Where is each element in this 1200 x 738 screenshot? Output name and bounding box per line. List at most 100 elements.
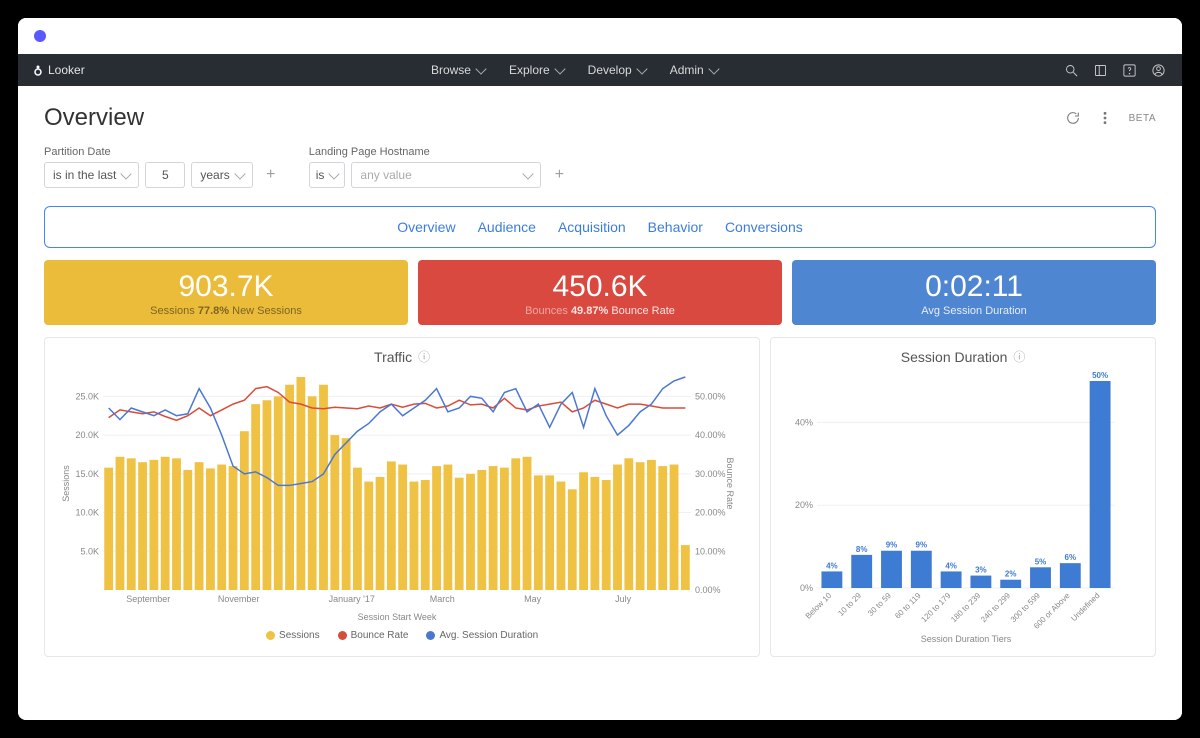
- tab-audience[interactable]: Audience: [478, 219, 536, 235]
- svg-text:3%: 3%: [975, 566, 987, 575]
- svg-text:Sessions: Sessions: [61, 465, 71, 502]
- svg-text:January '17: January '17: [329, 594, 375, 604]
- looker-icon: [32, 64, 44, 76]
- svg-text:40.00%: 40.00%: [695, 430, 726, 440]
- kpi-sessions[interactable]: 903.7K Sessions 77.8% New Sessions: [44, 260, 408, 325]
- chevron-down-icon: [523, 168, 534, 179]
- page-title: Overview: [44, 104, 144, 132]
- menu-explore[interactable]: Explore: [509, 63, 564, 77]
- svg-text:240 to 299: 240 to 299: [979, 591, 1012, 624]
- svg-text:30.00%: 30.00%: [695, 469, 726, 479]
- tab-overview[interactable]: Overview: [397, 219, 455, 235]
- reload-icon[interactable]: [1065, 110, 1081, 126]
- page-body: Overview BETA Partition Date is in the l…: [18, 86, 1182, 720]
- svg-text:Session Start Week: Session Start Week: [358, 612, 437, 622]
- kpi-row: 903.7K Sessions 77.8% New Sessions 450.6…: [44, 260, 1156, 325]
- svg-text:30 to 59: 30 to 59: [866, 591, 893, 618]
- window-control-dot[interactable]: [34, 30, 46, 42]
- chevron-down-icon: [121, 168, 132, 179]
- session-duration-chart: 0%20%40%4%8%9%9%4%3%2%5%6%50%Below 1010 …: [783, 371, 1123, 646]
- tab-conversions[interactable]: Conversions: [725, 219, 803, 235]
- beta-badge: BETA: [1129, 113, 1156, 124]
- svg-text:5.0K: 5.0K: [80, 546, 99, 556]
- charts-row: Traffic 5.0K10.0K15.0K20.0K25.0K0.00%10.…: [44, 337, 1156, 657]
- svg-text:5%: 5%: [1035, 557, 1047, 566]
- info-icon[interactable]: [418, 348, 430, 365]
- svg-text:10.00%: 10.00%: [695, 546, 726, 556]
- filter-unit-select[interactable]: years: [191, 162, 252, 188]
- kpi-avg-session[interactable]: 0:02:11 Avg Session Duration: [792, 260, 1156, 325]
- kpi-bounces[interactable]: 450.6K Bounces 49.87% Bounce Rate: [418, 260, 782, 325]
- svg-text:0.00%: 0.00%: [695, 585, 721, 595]
- menu-admin[interactable]: Admin: [670, 63, 718, 77]
- chevron-down-icon: [329, 168, 340, 179]
- svg-text:10 to 29: 10 to 29: [837, 591, 864, 618]
- svg-text:180 to 239: 180 to 239: [949, 591, 982, 624]
- add-filter-button[interactable]: +: [547, 163, 571, 187]
- svg-text:20.0K: 20.0K: [75, 430, 99, 440]
- svg-text:0%: 0%: [800, 583, 813, 593]
- svg-text:20%: 20%: [795, 500, 813, 510]
- kpi-sub: Avg Session Duration: [792, 305, 1156, 317]
- chevron-down-icon: [636, 63, 647, 74]
- more-icon[interactable]: [1097, 110, 1113, 126]
- svg-text:20.00%: 20.00%: [695, 508, 726, 518]
- menu-develop[interactable]: Develop: [588, 63, 646, 77]
- legend-item: Avg. Session Duration: [439, 630, 538, 641]
- chevron-down-icon: [708, 63, 719, 74]
- svg-text:4%: 4%: [826, 561, 838, 570]
- svg-text:November: November: [218, 594, 260, 604]
- app-window: Looker Browse Explore Develop Admin Over…: [18, 18, 1182, 720]
- svg-text:September: September: [126, 594, 170, 604]
- add-filter-button[interactable]: +: [259, 163, 283, 187]
- svg-text:25.0K: 25.0K: [75, 391, 99, 401]
- user-icon[interactable]: [1151, 63, 1166, 78]
- svg-text:9%: 9%: [886, 541, 898, 550]
- filter-op-select[interactable]: is: [309, 162, 346, 188]
- chart-title: Traffic: [57, 348, 747, 365]
- svg-text:10.0K: 10.0K: [75, 508, 99, 518]
- svg-text:Session Duration Tiers: Session Duration Tiers: [921, 634, 1012, 644]
- brand-logo[interactable]: Looker: [32, 63, 85, 77]
- svg-text:60 to 119: 60 to 119: [893, 591, 923, 621]
- kpi-value: 450.6K: [418, 270, 782, 304]
- svg-text:Below 10: Below 10: [804, 591, 834, 621]
- svg-text:120 to 179: 120 to 179: [920, 591, 953, 624]
- chart-card-traffic: Traffic 5.0K10.0K15.0K20.0K25.0K0.00%10.…: [44, 337, 760, 657]
- chevron-down-icon: [475, 63, 486, 74]
- svg-text:40%: 40%: [795, 417, 813, 427]
- legend-item: Sessions: [279, 630, 320, 641]
- filter-value-input[interactable]: [145, 162, 185, 188]
- brand-text: Looker: [48, 63, 85, 77]
- help-icon[interactable]: [1122, 63, 1137, 78]
- filter-value-select[interactable]: any value: [351, 162, 541, 188]
- filters-row: Partition Date is in the last years + La…: [44, 146, 1156, 188]
- menu-browse[interactable]: Browse: [431, 63, 485, 77]
- chevron-down-icon: [554, 63, 565, 74]
- filter-partition-date: Partition Date is in the last years +: [44, 146, 283, 188]
- svg-text:May: May: [524, 594, 542, 604]
- tab-behavior[interactable]: Behavior: [648, 219, 703, 235]
- svg-text:2%: 2%: [1005, 570, 1017, 579]
- mac-titlebar: [18, 18, 1182, 54]
- legend-item: Bounce Rate: [351, 630, 409, 641]
- kpi-value: 903.7K: [44, 270, 408, 304]
- kpi-value: 0:02:11: [792, 270, 1156, 304]
- filter-op-select[interactable]: is in the last: [44, 162, 139, 188]
- kpi-sub: Bounces 49.87% Bounce Rate: [418, 305, 782, 317]
- svg-text:March: March: [430, 594, 455, 604]
- tab-acquisition[interactable]: Acquisition: [558, 219, 626, 235]
- svg-text:6%: 6%: [1065, 553, 1077, 562]
- filter-landing-page-hostname: Landing Page Hostname is any value +: [309, 146, 572, 188]
- traffic-chart: 5.0K10.0K15.0K20.0K25.0K0.00%10.00%20.00…: [57, 371, 737, 626]
- kpi-sub: Sessions 77.8% New Sessions: [44, 305, 408, 317]
- svg-text:Bounce Rate: Bounce Rate: [725, 457, 735, 509]
- svg-text:50.00%: 50.00%: [695, 391, 726, 401]
- top-nav-bar: Looker Browse Explore Develop Admin: [18, 54, 1182, 86]
- boards-icon[interactable]: [1093, 63, 1108, 78]
- page-header: Overview BETA: [44, 104, 1156, 132]
- report-tabs-card: Overview Audience Acquisition Behavior C…: [44, 206, 1156, 248]
- traffic-legend: Sessions Bounce Rate Avg. Session Durati…: [57, 630, 747, 641]
- search-icon[interactable]: [1064, 63, 1079, 78]
- info-icon[interactable]: [1013, 348, 1025, 365]
